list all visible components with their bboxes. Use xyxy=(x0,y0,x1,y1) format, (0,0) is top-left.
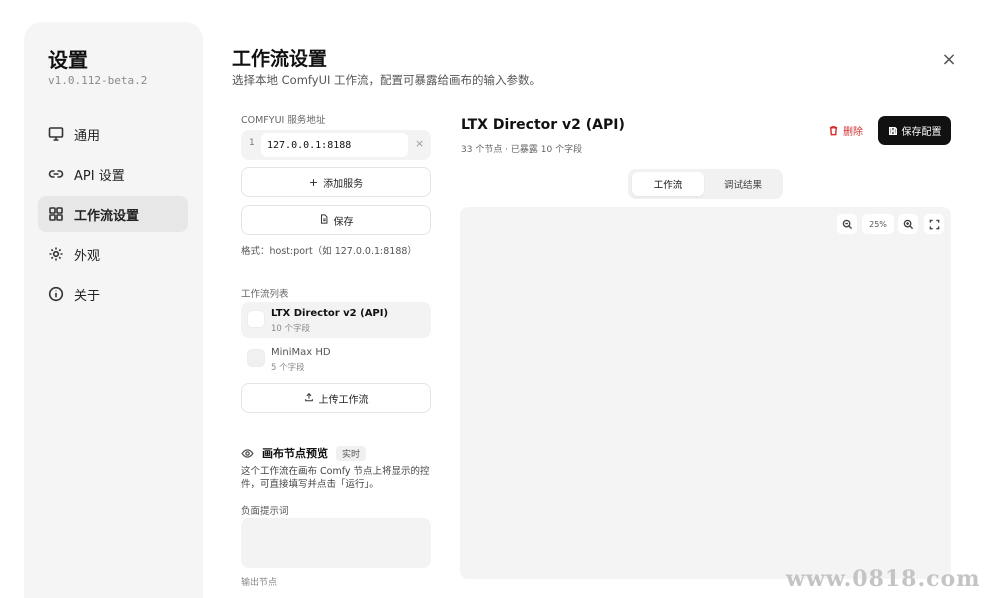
sidebar-title: 设置 xyxy=(48,48,88,72)
tab-debug-result[interactable]: 调试结果 xyxy=(707,172,779,196)
close-icon: × xyxy=(941,48,957,70)
view-tabs: 工作流 调试结果 xyxy=(628,169,783,199)
upload-icon xyxy=(304,392,314,405)
upload-workflow-label: 上传工作流 xyxy=(318,394,369,406)
workflow-detail-title: LTX Director v2 (API) xyxy=(461,117,625,133)
canvas-preview-description: 这个工作流在画布 Comfy 节点上将显示的控件，可直接填写并点击「运行」。 xyxy=(241,466,430,490)
zoom-in-button[interactable] xyxy=(898,214,918,234)
server-index: 1 xyxy=(249,138,255,148)
sidebar-item-label: 工作流设置 xyxy=(74,208,140,224)
server-address-label: COMFYUI 服务地址 xyxy=(241,115,326,126)
sidebar-item-api-settings[interactable]: API 设置 xyxy=(38,156,188,192)
watermark: www.0818.com xyxy=(786,566,981,592)
format-hint: 格式：host:port（如 127.0.0.1:8188） xyxy=(241,246,417,257)
gear-icon xyxy=(48,246,64,262)
save-config-label: 保存配置 xyxy=(901,127,942,138)
app-version: v1.0.112-beta.2 xyxy=(48,74,148,87)
page-title: 工作流设置 xyxy=(232,48,328,70)
upload-workflow-button[interactable]: 上传工作流 xyxy=(241,383,431,413)
negative-prompt-label: 负面提示词 xyxy=(241,506,289,517)
close-button[interactable]: × xyxy=(938,48,960,70)
canvas-preview-title: 画布节点预览 xyxy=(262,447,328,460)
sidebar-item-label: 通用 xyxy=(74,128,101,144)
zoom-level: 25% xyxy=(862,214,894,234)
add-server-label: 添加服务 xyxy=(323,178,364,190)
page-description: 选择本地 ComfyUI 工作流，配置可暴露给画布的输入参数。 xyxy=(232,73,542,87)
workflow-field-count: 10 个字段 xyxy=(271,324,311,334)
tab-workflow[interactable]: 工作流 xyxy=(632,172,704,196)
workflow-stats: 33 个节点 · 已暴露 10 个字段 xyxy=(461,145,583,155)
settings-window: 设置 v1.0.112-beta.2 通用 API 设置 工作流设置 外观 关于… xyxy=(0,0,1000,598)
sidebar-item-general[interactable]: 通用 xyxy=(38,116,188,152)
save-server-button[interactable]: 保存 xyxy=(241,205,431,235)
trash-icon xyxy=(829,126,838,136)
workflow-canvas[interactable] xyxy=(460,207,951,579)
zoom-out-button[interactable] xyxy=(837,214,857,234)
save-server-label: 保存 xyxy=(333,216,354,228)
sidebar-item-label: API 设置 xyxy=(74,168,125,184)
workflow-field-count: 5 个字段 xyxy=(271,363,305,373)
delete-workflow-button[interactable]: 删除 xyxy=(828,123,863,138)
delete-label: 删除 xyxy=(843,127,863,138)
workflow-name: LTX Director v2 (API) xyxy=(271,308,389,319)
sidebar-item-label: 关于 xyxy=(74,288,101,304)
monitor-icon xyxy=(48,126,64,142)
remove-server-button[interactable]: × xyxy=(415,137,424,150)
fullscreen-button[interactable] xyxy=(924,214,944,234)
output-node-label: 输出节点 xyxy=(241,578,278,588)
file-icon xyxy=(319,213,329,227)
negative-prompt-input[interactable] xyxy=(241,518,431,568)
fullscreen-icon xyxy=(929,219,939,229)
server-url-row: 1 × xyxy=(241,130,431,160)
sidebar-item-label: 外观 xyxy=(74,248,101,264)
workflow-list-label: 工作流列表 xyxy=(241,289,289,300)
info-icon xyxy=(48,286,64,302)
zoom-out-icon xyxy=(842,219,852,229)
workflow-thumbnail xyxy=(247,310,265,328)
sidebar-item-about[interactable]: 关于 xyxy=(38,276,188,312)
save-icon xyxy=(888,126,897,135)
workflow-list-item[interactable]: LTX Director v2 (API) 10 个字段 xyxy=(241,302,431,338)
canvas-preview-header: 画布节点预览 实时 xyxy=(241,445,367,461)
eye-icon xyxy=(241,447,254,460)
link-icon xyxy=(48,166,64,182)
workflow-list-item[interactable]: MiniMax HD 5 个字段 xyxy=(241,341,431,377)
server-url-input[interactable] xyxy=(261,133,408,157)
sidebar-item-workflow-settings[interactable]: 工作流设置 xyxy=(38,196,188,232)
zoom-in-icon xyxy=(903,219,913,229)
plus-icon: + xyxy=(308,175,319,189)
sidebar-item-appearance[interactable]: 外观 xyxy=(38,236,188,272)
live-badge: 实时 xyxy=(336,445,367,461)
workflow-thumbnail xyxy=(247,349,265,367)
settings-sidebar: 设置 v1.0.112-beta.2 通用 API 设置 工作流设置 外观 关于 xyxy=(24,22,203,598)
workflow-name: MiniMax HD xyxy=(271,347,331,358)
save-config-button[interactable]: 保存配置 xyxy=(878,116,951,145)
grid-icon xyxy=(48,206,64,222)
add-server-button[interactable]: + 添加服务 xyxy=(241,167,431,197)
